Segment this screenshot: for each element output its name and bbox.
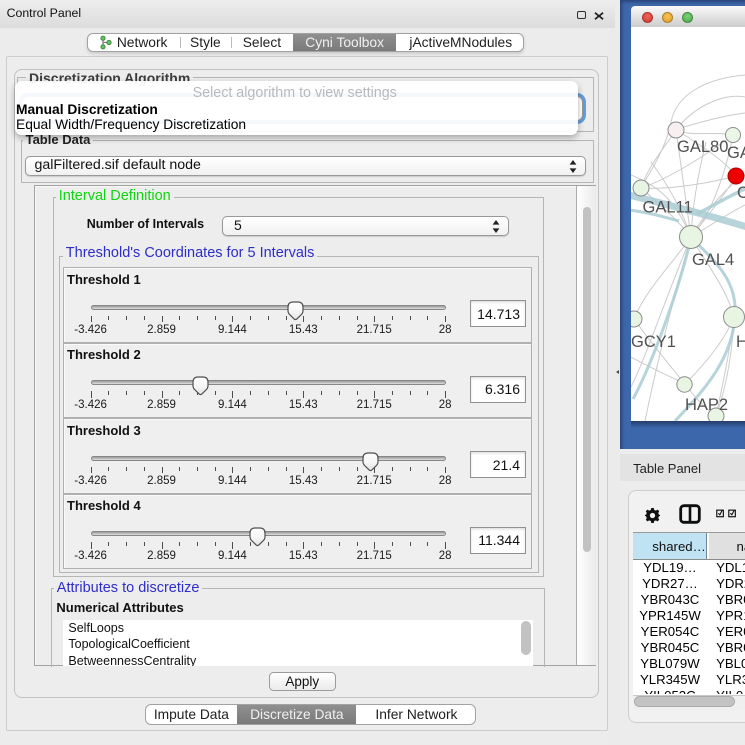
svg-text:GAL11: GAL11	[643, 199, 693, 217]
svg-text:GAL80: GAL80	[677, 138, 728, 156]
svg-text:C: C	[737, 184, 745, 202]
svg-text:HAP2: HAP2	[685, 396, 728, 414]
svg-text:GCY1: GCY1	[631, 333, 676, 351]
svg-text:H: H	[736, 333, 745, 351]
svg-text:GA: GA	[727, 144, 745, 162]
svg-text:GAL4: GAL4	[692, 251, 734, 269]
